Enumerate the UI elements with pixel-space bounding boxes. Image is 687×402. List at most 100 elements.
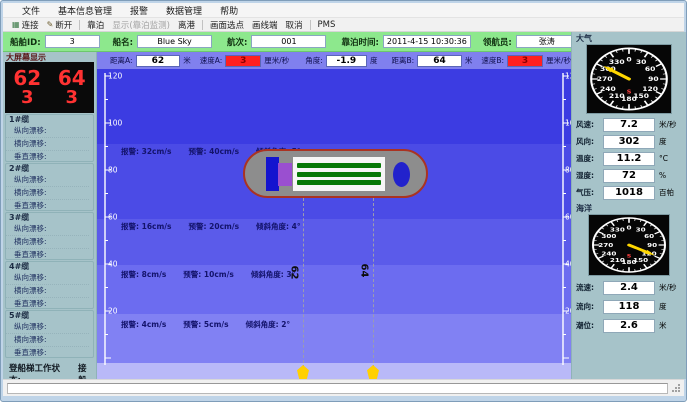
svg-text:30: 30	[636, 227, 647, 233]
ocean-row-1: 流向:118度	[576, 299, 682, 314]
cable-group-title: 5#缆	[6, 311, 93, 321]
svg-text:210: 210	[609, 93, 625, 100]
atmosphere-unit: %	[659, 171, 666, 180]
info-field-3: 靠泊时间: 2011-4-15 10:30:36	[341, 35, 470, 48]
toolbar-button-1[interactable]: ✎断开	[43, 19, 77, 31]
status-field	[7, 383, 668, 394]
toolbar-button-3[interactable]: 靠泊	[83, 19, 108, 31]
alarm-zone-labels-2: 报警: 8cm/s预警: 10cm/s倾斜角度: 3°	[121, 269, 295, 280]
svg-text:60: 60	[644, 234, 655, 240]
drift-row-label: 横向漂移:	[6, 236, 89, 249]
berthing-chart: 1201201001008080606040402020报警: 32cm/s预警…	[97, 69, 571, 379]
drift-row-label: 垂直漂移:	[6, 151, 89, 162]
atmosphere-value: 72	[603, 169, 655, 183]
toolbar-button-label: 取消	[286, 19, 303, 31]
toolbar-button-4: 显示(靠泊监测)	[108, 19, 174, 31]
info-field-label: 领航员:	[483, 36, 512, 48]
drift-row-label: 横向漂移:	[6, 187, 89, 200]
zone-warning-threshold: 预警: 40cm/s	[189, 146, 240, 157]
drift-row-label: 纵向漂移:	[6, 272, 89, 285]
menu-bar: 文件基本信息管理报警数据管理帮助	[3, 3, 684, 18]
zone-alarm-threshold: 报警: 16cm/s	[121, 221, 172, 232]
info-field-1: 船名:Blue Sky	[113, 35, 212, 48]
toolbar-button-label: 连接	[22, 19, 39, 31]
compass-dial: 0306090120150180210240270300330S	[589, 215, 669, 275]
info-field-value[interactable]: Blue Sky	[137, 35, 212, 48]
toolbar-separator	[310, 20, 311, 30]
zone-alarm-threshold: 报警: 4cm/s	[121, 319, 166, 330]
measurement-distance-label: 64	[358, 264, 369, 278]
toolbar-button-5[interactable]: 离港	[174, 19, 199, 31]
svg-text:0: 0	[626, 225, 632, 231]
info-field-value[interactable]: 2011-4-15 10:30:36	[383, 35, 471, 48]
ocean-row-2: 潮位:2.6米	[576, 318, 682, 333]
atmosphere-unit: 百帕	[659, 187, 674, 198]
menu-item-2[interactable]: 报警	[121, 3, 157, 18]
info-field-label: 靠泊时间:	[341, 36, 378, 48]
environment-panel: 大气 0306090120150180210240270300330S 风速:7…	[571, 32, 686, 379]
connect-icon: ▦	[12, 21, 20, 29]
resize-grip[interactable]	[671, 383, 681, 393]
toolbar-button-11[interactable]: PMS	[314, 19, 340, 31]
drift-row-label: 垂直漂移:	[6, 347, 89, 358]
deck-stripe	[297, 163, 381, 168]
toolbar-separator	[202, 20, 203, 30]
cable-group-title: 4#缆	[6, 262, 93, 272]
readout-value: -1.9	[326, 55, 367, 67]
menu-item-0[interactable]: 文件	[13, 3, 49, 18]
svg-text:90: 90	[648, 76, 659, 83]
zone-tilt-angle: 倾斜角度: 4°	[256, 221, 301, 232]
toolbar-button-8[interactable]: 画线端	[248, 19, 282, 31]
readout-label: 速度B:	[481, 55, 504, 66]
disconnect-icon: ✎	[47, 21, 54, 29]
ship-outline	[243, 149, 428, 198]
drift-row-label: 垂直漂移:	[6, 298, 89, 309]
led-value: 62	[5, 68, 50, 89]
drift-row-label: 横向漂移:	[6, 138, 89, 151]
menu-item-3[interactable]: 数据管理	[157, 3, 211, 18]
readout-value-alarm: 3	[507, 55, 543, 67]
info-field-value[interactable]: 张涛	[516, 35, 578, 48]
alarm-zone-labels-1: 报警: 16cm/s 预警: 20cm/s 倾斜角度: 4°	[121, 221, 301, 232]
svg-text:300: 300	[601, 234, 617, 240]
readout-label: 角度:	[305, 55, 323, 66]
toolbar-button-0[interactable]: ▦连接	[8, 19, 43, 31]
ocean-unit: 度	[659, 301, 667, 312]
alarm-zone-labels-3: 报警: 4cm/s预警: 5cm/s倾斜角度: 2°	[121, 319, 290, 330]
ocean-value: 118	[603, 300, 655, 314]
info-field-2: 航次:001	[227, 35, 326, 48]
led-value: 3	[50, 89, 95, 108]
svg-text:330: 330	[609, 59, 625, 66]
zone-warning-threshold: 预警: 5cm/s	[183, 319, 228, 330]
drift-row-label: 垂直漂移:	[6, 200, 89, 211]
cable-group-5: 5#缆纵向漂移:横向漂移:垂直漂移:	[5, 310, 94, 358]
ocean-label: 潮位:	[576, 320, 603, 331]
toolbar-button-9[interactable]: 取消	[282, 19, 307, 31]
info-field-value[interactable]: 3	[45, 35, 100, 48]
atmosphere-row-3: 湿度:72%	[576, 168, 682, 183]
led-row: 6264	[5, 68, 94, 89]
atmosphere-value: 11.2	[603, 152, 655, 166]
toolbar-button-label: 显示(靠泊监测)	[112, 19, 170, 31]
deck-stripe	[297, 180, 381, 185]
ship-bow-ellipse	[393, 162, 410, 187]
current-direction-gauge: 0306090120150180210240270300330S	[588, 214, 670, 276]
menu-item-1[interactable]: 基本信息管理	[49, 3, 121, 18]
toolbar-button-7[interactable]: 画面选点	[206, 19, 248, 31]
info-field-value[interactable]: 001	[251, 35, 326, 48]
atmosphere-row-4: 气压:1018百帕	[576, 185, 682, 200]
big-screen-display: 626433	[5, 62, 94, 113]
atmosphere-row-0: 风速:7.2米/秒	[576, 117, 682, 132]
menu-item-4[interactable]: 帮助	[211, 3, 247, 18]
svg-text:30: 30	[636, 59, 647, 66]
drift-row-label: 纵向漂移:	[6, 174, 89, 187]
atmosphere-value: 7.2	[603, 118, 655, 132]
atmosphere-label: 风向:	[576, 136, 603, 147]
berthing-monitor-window: 文件基本信息管理报警数据管理帮助 ▦连接✎断开靠泊显示(靠泊监测)离港画面选点画…	[0, 0, 687, 402]
zone-warning-threshold: 预警: 20cm/s	[189, 221, 240, 232]
atmosphere-row-2: 温度:11.2°C	[576, 151, 682, 166]
readout-unit: 厘米/秒	[546, 55, 571, 66]
left-sidebar: 大屏幕显示 626433 1#缆纵向漂移:横向漂移:垂直漂移:2#缆纵向漂移:横…	[3, 52, 97, 379]
svg-text:330: 330	[610, 227, 626, 233]
distance-speed-readout-bar: 距离A:62米速度A:3厘米/秒角度:-1.9度距离B:64米速度B:3厘米/秒	[97, 52, 571, 69]
